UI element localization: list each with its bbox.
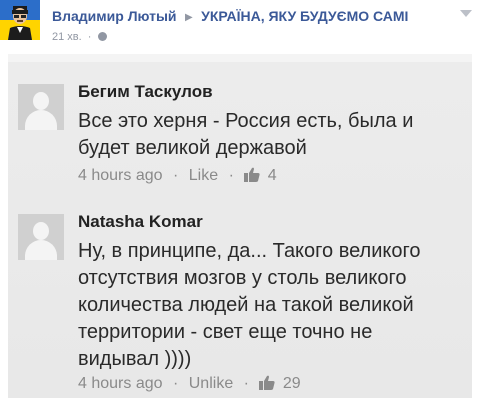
group-link[interactable]: УКРАЇНА, ЯКУ БУДУЄМО САМІ	[201, 8, 408, 24]
comment-line: территории - свет еще точно не	[78, 321, 373, 343]
thumbs-up-icon	[259, 375, 276, 390]
comment-meta: 4 hours ago · Like · 4	[78, 167, 277, 185]
comment-line: Все это херня - Россия есть, была и	[78, 110, 414, 132]
post-header: Владимир Лютый ▶ УКРАЇНА, ЯКУ БУДУЄМО СА…	[0, 0, 480, 54]
comment-line: будет великой державой	[78, 137, 307, 159]
meta-separator: ·	[243, 375, 249, 392]
meta-separator: ·	[87, 31, 92, 43]
post-image[interactable]: Бегим Таскулов Все это херня - Россия ес…	[8, 54, 472, 398]
comment-author: Natasha Komar	[78, 212, 203, 231]
chevron-down-icon[interactable]	[460, 10, 472, 17]
like-count: 29	[282, 375, 301, 392]
meta-separator: ·	[228, 167, 234, 184]
comment: Бегим Таскулов Все это херня - Россия ес…	[8, 76, 472, 216]
post-timestamp[interactable]: 21 хв.	[52, 31, 82, 43]
comment-author: Бегим Таскулов	[78, 82, 213, 101]
comment-text: Ну, в принципе, да... Такого великого от…	[78, 238, 420, 373]
meta-separator: ·	[172, 167, 179, 184]
comment: Natasha Komar Ну, в принципе, да... Тако…	[8, 206, 472, 396]
post-title: Владимир Лютый ▶ УКРАЇНА, ЯКУ БУДУЄМО СА…	[52, 8, 408, 26]
comment-meta: 4 hours ago · Unlike · 29	[78, 375, 301, 393]
comment-time: 4 hours ago	[78, 375, 163, 392]
author-avatar[interactable]	[0, 0, 40, 40]
post-meta: 21 хв. ·	[52, 31, 107, 43]
default-avatar-icon	[18, 84, 64, 130]
avatar-figure-icon	[8, 6, 32, 40]
arrow-icon: ▶	[185, 12, 193, 23]
comment-line: отсутствия мозгов у столь великого	[78, 267, 407, 289]
comment-text: Все это херня - Россия есть, была и буде…	[78, 108, 413, 162]
author-link[interactable]: Владимир Лютый	[52, 8, 177, 24]
like-link: Like	[188, 167, 219, 184]
default-avatar-icon	[18, 214, 64, 260]
comment-line: количества людей на такой великой	[78, 294, 414, 316]
unlike-link: Unlike	[188, 375, 234, 392]
comment-line: видывал ))))	[78, 348, 192, 370]
thumbs-up-icon	[244, 167, 260, 182]
like-count: 4	[267, 167, 277, 184]
comment-time: 4 hours ago	[78, 167, 163, 184]
meta-separator: ·	[172, 375, 179, 392]
globe-icon	[97, 32, 107, 41]
comment-line: Ну, в принципе, да... Такого великого	[78, 240, 421, 262]
